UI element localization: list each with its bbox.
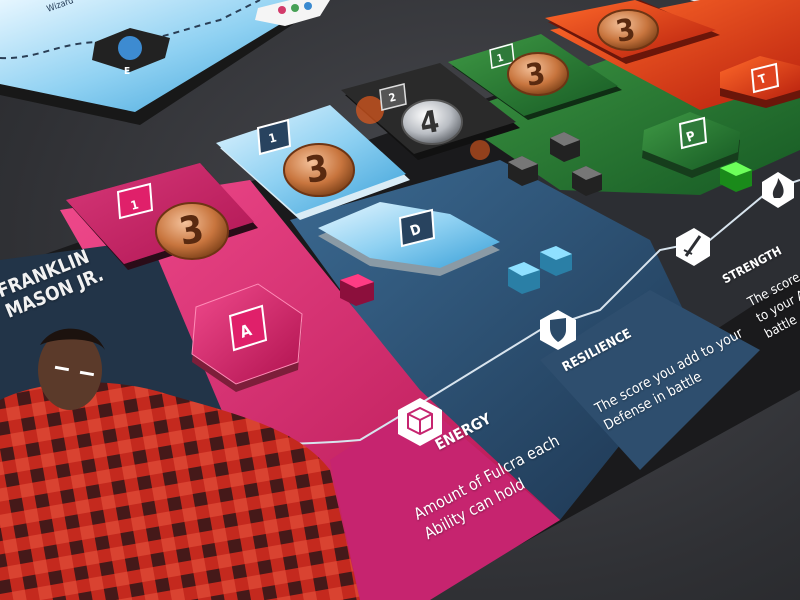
top-board-marker: E xyxy=(124,66,130,77)
top-ice-board xyxy=(0,0,330,125)
board-svg: 1 3 1 3 2 4 1 3 3 A D P T E Wizard xyxy=(0,0,800,600)
game-scene: 1 3 1 3 2 4 1 3 3 A D P T E Wizard FRANK… xyxy=(0,0,800,600)
